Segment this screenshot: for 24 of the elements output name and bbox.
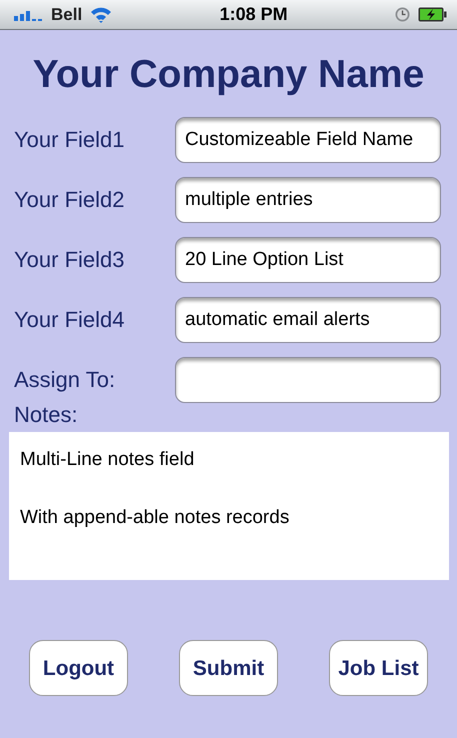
wifi-icon [90,6,112,23]
note-line: Multi-Line notes field [20,448,196,472]
note-line: With append-able notes records [20,506,290,530]
company-title: Your Company Name [32,54,426,97]
input-field[interactable]: multiple entries [175,176,441,223]
signal-icon [14,8,43,20]
field-label: Your Field1 [14,126,126,154]
input-field[interactable] [175,356,441,403]
clock-time: 1:08 PM [220,3,288,26]
battery-charging-icon [418,7,447,22]
field-label: Notes: [13,402,79,428]
action-button[interactable]: Logout [29,640,128,696]
field-label: Your Field3 [14,246,126,274]
input-field[interactable]: Customizeable Field Name [175,116,441,163]
field-label: Your Field4 [14,306,126,334]
alarm-clock-icon [395,7,410,22]
carrier-name: Bell [51,4,82,26]
field-label: Your Field2 [14,186,126,214]
input-field[interactable]: 20 Line Option List [175,236,441,283]
field-label: Assign To: [14,366,116,394]
notes-area[interactable]: Multi-Line notes field With append-able notes records [9,432,449,580]
action-button[interactable]: Job List [329,640,428,696]
action-button[interactable]: Submit [179,640,278,696]
input-field[interactable]: automatic email alerts [175,296,441,343]
